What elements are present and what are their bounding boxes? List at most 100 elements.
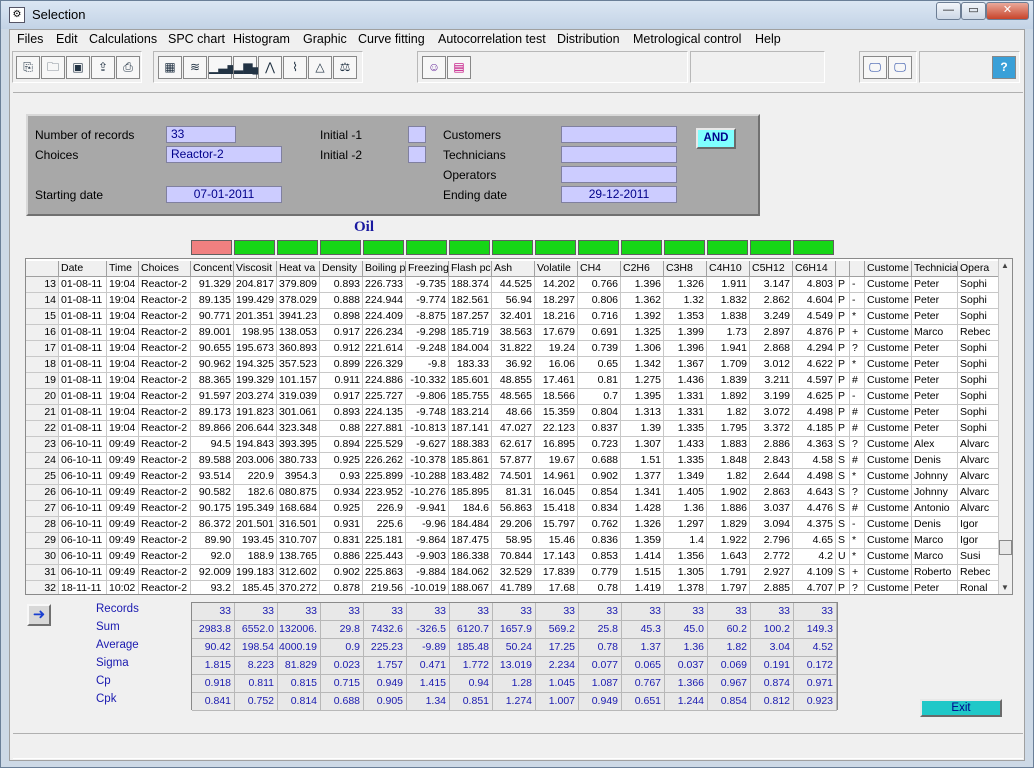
print-icon[interactable]: ⎙ (116, 56, 140, 79)
table-row[interactable]: 27 06-10-11 09:49 Reactor-2 90.175 195.349 168… (26, 501, 1000, 517)
table-row[interactable]: 22 01-08-11 19:04 Reactor-2 89.866 206.644 323… (26, 421, 1000, 437)
operators-field[interactable] (561, 166, 677, 183)
table-row[interactable]: 20 01-08-11 19:04 Reactor-2 91.597 203.274 319… (26, 389, 1000, 405)
calculator-icon[interactable]: ▦ (158, 56, 182, 79)
table-cell: 1.886 (707, 501, 750, 517)
stat-cell: 0.94 (450, 675, 493, 693)
table-row[interactable]: 19 01-08-11 19:04 Reactor-2 88.365 199.329 101… (26, 373, 1000, 389)
minimize-button[interactable]: — (936, 2, 961, 20)
menu-spc-chart[interactable]: SPC chart (168, 32, 225, 46)
column-header[interactable]: Concent (191, 261, 234, 277)
column-header[interactable]: C5H12 (750, 261, 793, 277)
open-folder-icon[interactable]: 🗀 (41, 56, 65, 79)
records-field[interactable]: 33 (166, 126, 236, 143)
table-row[interactable]: 30 06-10-11 09:49 Reactor-2 92.0 188.9 138.765… (26, 549, 1000, 565)
vertical-scrollbar[interactable]: ▲ ▼ (998, 259, 1012, 594)
column-header[interactable] (850, 261, 865, 277)
menu-distribution[interactable]: Distribution (557, 32, 620, 46)
column-header[interactable]: Custome (865, 261, 912, 277)
column-header[interactable]: C2H6 (621, 261, 664, 277)
calendar-icon[interactable]: ▤ (447, 56, 471, 79)
column-header[interactable]: Volatile (535, 261, 578, 277)
technicians-label: Technicians (443, 148, 506, 162)
table-row[interactable]: 13 01-08-11 19:04 Reactor-2 91.329 204.817 379… (26, 277, 1000, 293)
table-row[interactable]: 16 01-08-11 19:04 Reactor-2 89.001 198.95 138.… (26, 325, 1000, 341)
copy-icon[interactable]: ⎘ (16, 56, 40, 79)
menu-histogram[interactable]: Histogram (233, 32, 290, 46)
column-header[interactable]: Ash (492, 261, 535, 277)
column-header[interactable]: Date (59, 261, 107, 277)
end-date-field[interactable]: 29-12-2011 (561, 186, 677, 203)
column-header[interactable]: Density (320, 261, 363, 277)
menu-calculations[interactable]: Calculations (89, 32, 157, 46)
data-grid[interactable]: Date Time Choices Concent Viscosit Heat va Den… (25, 258, 1013, 595)
column-header[interactable]: Freezing (406, 261, 449, 277)
scroll-thumb[interactable] (999, 540, 1012, 555)
menu-autocorrelation-test[interactable]: Autocorrelation test (438, 32, 546, 46)
exit-button[interactable]: Exit (920, 699, 1002, 717)
column-header[interactable]: Choices (139, 261, 191, 277)
table-row[interactable]: 31 06-10-11 09:49 Reactor-2 92.009 199.183 312… (26, 565, 1000, 581)
column-header[interactable]: C3H8 (664, 261, 707, 277)
menu-edit[interactable]: Edit (56, 32, 78, 46)
start-date-field[interactable]: 07-01-2011 (166, 186, 282, 203)
save-icon[interactable]: ▣ (66, 56, 90, 79)
column-header[interactable]: Technicia (912, 261, 958, 277)
maximize-button[interactable]: ▭ (961, 2, 986, 20)
menu-graphic[interactable]: Graphic (303, 32, 347, 46)
table-cell: Peter (912, 373, 958, 389)
spc-chart-icon[interactable]: ≋ (183, 56, 207, 79)
export-icon[interactable]: ⇪ (91, 56, 115, 79)
column-header[interactable]: Heat va (277, 261, 320, 277)
and-button[interactable]: AND (696, 128, 736, 149)
initial1-field[interactable] (408, 126, 426, 143)
menu-metrological-control[interactable]: Metrological control (633, 32, 741, 46)
column-header[interactable] (26, 261, 59, 277)
table-row[interactable]: 17 01-08-11 19:04 Reactor-2 90.655 195.673 360… (26, 341, 1000, 357)
table-row[interactable]: 15 01-08-11 19:04 Reactor-2 90.771 201.351 394… (26, 309, 1000, 325)
title-bar[interactable]: ⚙ Selection — ▭ ✕ (1, 1, 1033, 29)
choices-field[interactable]: Reactor-2 (166, 146, 282, 163)
table-row[interactable]: 28 06-10-11 09:49 Reactor-2 86.372 201.501 316… (26, 517, 1000, 533)
column-header[interactable]: Flash pc (449, 261, 492, 277)
column-header[interactable] (836, 261, 850, 277)
column-header[interactable]: Opera (958, 261, 1000, 277)
table-row[interactable]: 23 06-10-11 09:49 Reactor-2 94.5 194.843 393.3… (26, 437, 1000, 453)
table-row[interactable]: 25 06-10-11 09:49 Reactor-2 93.514 220.9 3954.… (26, 469, 1000, 485)
table-row[interactable]: 24 06-10-11 09:49 Reactor-2 89.588 203.006 380… (26, 453, 1000, 469)
menu-files[interactable]: Files (17, 32, 43, 46)
monitor-icon[interactable]: 🖵 (863, 56, 887, 79)
monitor-alt-icon[interactable]: 🖵 (888, 56, 912, 79)
close-button[interactable]: ✕ (986, 2, 1029, 20)
balance-icon[interactable]: ⚖ (333, 56, 357, 79)
user-icon[interactable]: ☺ (422, 56, 446, 79)
column-header[interactable]: Time (107, 261, 139, 277)
table-row[interactable]: 21 01-08-11 19:04 Reactor-2 89.173 191.823 301… (26, 405, 1000, 421)
curve-icon[interactable]: △ (308, 56, 332, 79)
scroll-up-icon[interactable]: ▲ (1001, 261, 1009, 270)
table-row[interactable]: 26 06-10-11 09:49 Reactor-2 90.582 182.6 080.8… (26, 485, 1000, 501)
arrow-right-icon[interactable]: ➜ (27, 604, 51, 626)
column-header[interactable]: C4H10 (707, 261, 750, 277)
table-row[interactable]: 29 06-10-11 09:49 Reactor-2 89.90 193.45 310.7… (26, 533, 1000, 549)
menu-curve-fitting[interactable]: Curve fitting (358, 32, 425, 46)
distribution-icon[interactable]: ⋀ (258, 56, 282, 79)
customers-field[interactable] (561, 126, 677, 143)
column-header[interactable]: C6H14 (793, 261, 836, 277)
technicians-field[interactable] (561, 146, 677, 163)
table-cell: 19:04 (107, 309, 139, 325)
column-header[interactable]: Viscosit (234, 261, 277, 277)
column-header[interactable]: CH4 (578, 261, 621, 277)
help-icon[interactable]: ? (992, 56, 1016, 79)
menu-help[interactable]: Help (755, 32, 781, 46)
table-row[interactable]: 18 01-08-11 19:04 Reactor-2 90.962 194.325 357… (26, 357, 1000, 373)
scroll-down-icon[interactable]: ▼ (1001, 583, 1009, 592)
column-header[interactable]: Boiling p (363, 261, 406, 277)
control-chart-icon[interactable]: ⌇ (283, 56, 307, 79)
table-cell: 1.307 (621, 437, 664, 453)
histogram-icon[interactable]: ▁▃▅ (208, 56, 237, 79)
table-row[interactable]: 32 18-11-11 10:02 Reactor-2 93.2 185.45 370.27… (26, 581, 1000, 594)
initial2-field[interactable] (408, 146, 426, 163)
bar-chart-icon[interactable]: ▂▆▄ (233, 56, 261, 79)
table-row[interactable]: 14 01-08-11 19:04 Reactor-2 89.135 199.429 378… (26, 293, 1000, 309)
